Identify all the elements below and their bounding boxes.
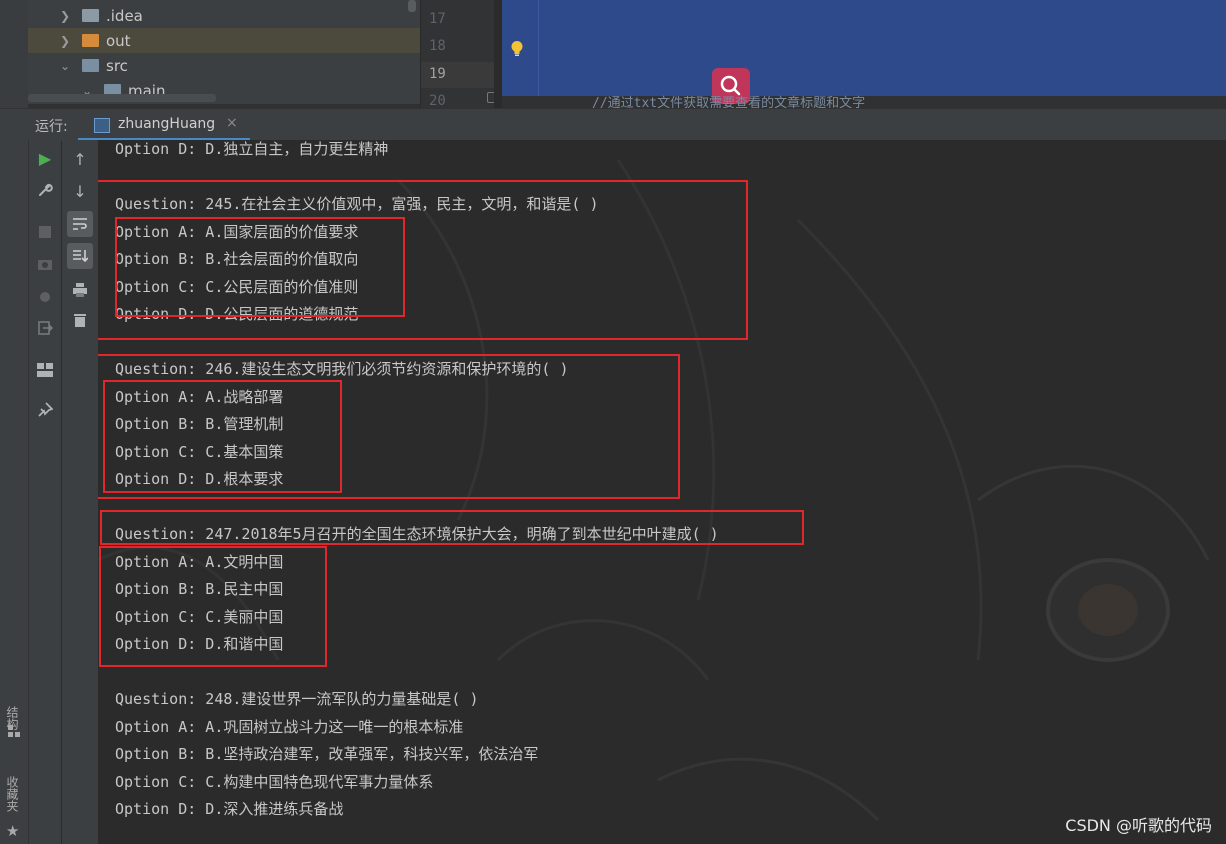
folder-icon bbox=[82, 9, 99, 22]
console-option-line: Option B: B.坚持政治建军，改革强军，科技兴军，依法治军 bbox=[115, 745, 539, 763]
background-illustration bbox=[98, 159, 1210, 822]
console-question-line: Question: 245.在社会主义价值观中，富强，民主，文明，和谐是( ) bbox=[115, 195, 599, 213]
trash-icon[interactable] bbox=[70, 310, 90, 330]
arrow-up-icon[interactable]: ↑ bbox=[70, 149, 90, 169]
tree-item-label: src bbox=[106, 56, 128, 75]
chevron-right-icon: ❯ bbox=[60, 33, 71, 48]
console-question-line: Question: 247.2018年5月召开的全国生态环境保护大会，明确了到本… bbox=[115, 525, 719, 543]
console-option-line: Option C: C.公民层面的价值准则 bbox=[115, 277, 359, 296]
chevron-down-icon: ⌄ bbox=[60, 58, 71, 73]
console-option-line: Option B: B.民主中国 bbox=[115, 580, 284, 598]
console-option-line: Option C: C.构建中国特色现代军事力量体系 bbox=[115, 772, 434, 791]
console-option-line: Option D: D.和谐中国 bbox=[115, 635, 284, 653]
rerun-icon[interactable]: ▶ bbox=[35, 148, 55, 168]
exit-icon[interactable] bbox=[35, 318, 55, 338]
indent-guide bbox=[538, 0, 539, 96]
watermark: CSDN @听歌的代码 bbox=[1065, 816, 1212, 835]
tree-scrollbar-horizontal[interactable] bbox=[28, 94, 216, 102]
star-icon: ★ bbox=[6, 822, 20, 840]
scroll-to-end-icon[interactable] bbox=[67, 243, 93, 269]
run-label: 运行: bbox=[35, 119, 68, 135]
run-toolbar-secondary: ↑ ↓ bbox=[62, 140, 99, 844]
tool-window-bar-top bbox=[0, 0, 28, 108]
console-option-line: Option C: C.美丽中国 bbox=[115, 607, 284, 626]
tree-item-out[interactable]: ❯ out bbox=[28, 28, 420, 53]
console-output[interactable]: Option D: D.独立自主，自力更生精神 Question: 245.在社会… bbox=[98, 140, 1226, 844]
line-number: 17 bbox=[429, 11, 446, 27]
editor-gutter: 17 18 19 20 bbox=[420, 0, 495, 109]
run-tab-label: zhuangHuang bbox=[118, 116, 216, 132]
tree-item-src[interactable]: ⌄ src bbox=[60, 53, 128, 78]
line-number: 18 bbox=[429, 38, 446, 54]
tree-item-label: .idea bbox=[106, 6, 143, 25]
side-tab-favorites[interactable]: 收藏夹 bbox=[4, 776, 21, 812]
camera-icon[interactable] bbox=[35, 254, 55, 274]
console-question-line: Question: 246.建设生态文明我们必须节约资源和保护环境的( ) bbox=[115, 360, 569, 378]
run-tool-window-header: 运行: zhuangHuang × bbox=[0, 108, 1226, 141]
arrow-down-icon[interactable]: ↓ bbox=[70, 181, 90, 201]
console-option-line: Option D: D.深入推进练兵备战 bbox=[115, 800, 344, 818]
folder-icon bbox=[82, 59, 99, 72]
pin-icon[interactable] bbox=[35, 400, 55, 420]
chevron-right-icon: ❯ bbox=[60, 8, 71, 23]
console-option-line: Option A: A.国家层面的价值要求 bbox=[115, 222, 359, 241]
console-option-line: Option C: C.基本国策 bbox=[115, 442, 284, 461]
run-tab[interactable]: zhuangHuang × bbox=[78, 109, 250, 141]
run-config-icon bbox=[94, 118, 110, 133]
console-option-line: Option D: D.独立自主，自力更生精神 bbox=[115, 140, 389, 158]
close-icon[interactable]: × bbox=[226, 115, 238, 131]
soft-wrap-icon[interactable] bbox=[67, 211, 93, 237]
console-question-line: Question: 248.建设世界一流军队的力量基础是( ) bbox=[115, 690, 479, 708]
run-toolbar-primary: ▶ bbox=[29, 140, 61, 844]
editor-divider bbox=[494, 0, 502, 108]
lightbulb-icon[interactable] bbox=[510, 40, 524, 58]
console-option-line: Option A: A.战略部署 bbox=[115, 387, 284, 406]
debug-icon[interactable] bbox=[35, 286, 55, 306]
line-number: 20 bbox=[429, 93, 446, 109]
editor-area[interactable] bbox=[502, 0, 1226, 96]
console-option-line: Option B: B.管理机制 bbox=[115, 415, 284, 433]
line-number: 19 bbox=[429, 66, 446, 82]
console-option-line: Option D: D.根本要求 bbox=[115, 470, 284, 488]
side-tab-structure[interactable]: 结构 bbox=[4, 706, 21, 730]
console-option-line: Option D: D.公民层面的道德规范 bbox=[115, 305, 359, 323]
layout-icon[interactable] bbox=[35, 360, 55, 380]
console-option-line: Option B: B.社会层面的价值取向 bbox=[115, 250, 359, 268]
wrench-icon[interactable] bbox=[35, 180, 55, 200]
tree-item-label: out bbox=[106, 31, 131, 50]
tree-scrollbar-vertical[interactable] bbox=[408, 0, 416, 12]
folder-orange-icon bbox=[82, 34, 99, 47]
tree-item-idea[interactable]: ❯ .idea bbox=[60, 3, 143, 28]
tool-window-stripe: 结构 收藏夹 ★ bbox=[0, 140, 29, 844]
console-option-line: Option A: A.巩固树立战斗力这一唯一的根本标准 bbox=[115, 717, 464, 736]
project-tree: ❯ .idea ❯ out ⌄ src ⌄ main bbox=[28, 0, 420, 104]
stop-icon[interactable] bbox=[35, 222, 55, 242]
console-option-line: Option A: A.文明中国 bbox=[115, 552, 284, 571]
print-icon[interactable] bbox=[70, 280, 90, 300]
